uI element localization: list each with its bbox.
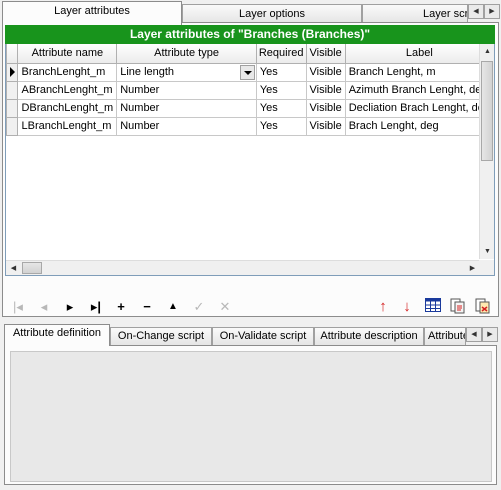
top-tabstrip: Layer attributes Layer options Layer scr… [0,0,501,25]
row-indicator [5,98,19,118]
cell-required[interactable]: Yes [255,116,307,136]
insert-record-icon[interactable]: + [111,298,131,316]
last-record-icon[interactable]: ▸| [86,298,106,316]
column-header-visible[interactable]: Visible [305,44,346,64]
table-grid-icon[interactable] [423,298,443,316]
horizontal-scroll-thumb[interactable] [22,262,42,274]
cell-attribute-type[interactable]: Number [116,98,257,118]
vertical-scrollbar[interactable]: ▲ ▼ [479,44,494,259]
cell-required[interactable]: Yes [255,80,307,100]
cell-visible[interactable]: Visible [305,116,346,136]
grid-title-banner: Layer attributes of "Branches (Branches)… [5,25,495,44]
column-header-attribute-name[interactable]: Attribute name [17,44,118,64]
current-row-indicator-icon [5,62,19,82]
cell-attribute-type[interactable]: Number [116,116,257,136]
bottom-tabs-scroll-left-icon[interactable]: ◀ [466,327,482,342]
tabs-scroll-right-icon[interactable]: ▶ [484,4,500,19]
tab-attribute-definition[interactable]: Attribute definition [4,324,110,346]
row-indicator [5,80,19,100]
cell-attribute-type-dropdown[interactable]: Line length [116,62,257,82]
cell-attribute-name[interactable]: ABranchLenght_m [17,80,118,100]
cell-label[interactable]: Azimuth Branch Lenght, deg [344,80,495,100]
prior-record-icon[interactable]: ◂ [34,298,54,316]
cell-attribute-name[interactable]: LBranchLenght_m [17,116,118,136]
cancel-edit-icon[interactable]: ✕ [215,298,235,316]
scroll-left-icon[interactable]: ◀ [6,261,21,276]
tab-layer-options[interactable]: Layer options [182,4,362,24]
export-attributes-icon[interactable] [473,298,493,316]
post-edit-icon[interactable]: ✓ [189,298,209,316]
cell-label[interactable]: Brach Lenght, deg [344,116,495,136]
column-header-label[interactable]: Label [344,44,495,64]
attribute-type-value: Line length [120,66,175,78]
scrollbar-corner [479,260,494,275]
scroll-right-icon[interactable]: ▶ [465,261,480,276]
edit-record-icon[interactable]: ▲ [163,298,183,316]
row-indicator [5,116,19,136]
cell-attribute-name[interactable]: DBranchLenght_m [17,98,118,118]
table-row[interactable]: LBranchLenght_m Number Yes Visible Brach… [5,116,495,136]
attributes-grid[interactable]: Attribute name Attribute type Required V… [5,44,495,276]
cell-label[interactable]: Decliation Brach Lenght, deg [344,98,495,118]
move-up-icon[interactable]: ↑ [373,298,393,316]
row-indicator-header [5,44,19,64]
cell-visible[interactable]: Visible [305,80,346,100]
table-row[interactable]: BranchLenght_m Line length Yes Visible B… [5,62,495,82]
table-row[interactable]: DBranchLenght_m Number Yes Visible Decli… [5,98,495,118]
scroll-up-icon[interactable]: ▲ [480,44,495,59]
attribute-definition-area [10,351,492,482]
cell-attribute-type[interactable]: Number [116,80,257,100]
tab-layer-scripts[interactable]: Layer scripts [362,4,468,24]
column-header-required[interactable]: Required [255,44,307,64]
chevron-down-icon[interactable] [239,64,255,80]
table-row[interactable]: ABranchLenght_m Number Yes Visible Azimu… [5,80,495,100]
tabs-scroll-left-icon[interactable]: ◀ [468,4,484,19]
tab-layer-attributes[interactable]: Layer attributes [2,1,182,25]
horizontal-scrollbar[interactable]: ◀ ▶ [6,260,480,275]
import-attributes-icon[interactable] [448,298,468,316]
cell-label[interactable]: Branch Lenght, m [344,62,495,82]
first-record-icon[interactable]: |◂ [8,298,28,316]
vertical-scroll-thumb[interactable] [481,61,493,161]
tab-on-change-script[interactable]: On-Change script [110,327,212,346]
navigator-toolbar: |◂ ◂ ▸ ▸| + − ▲ ✓ ✕ ↑ ↓ [5,296,495,318]
cell-required[interactable]: Yes [255,98,307,118]
cell-visible[interactable]: Visible [305,62,346,82]
cell-visible[interactable]: Visible [305,98,346,118]
bottom-tabs-scroll-right-icon[interactable]: ▶ [482,327,498,342]
cell-attribute-name[interactable]: BranchLenght_m [17,62,118,82]
attribute-detail-tabstrip: Attribute definition On-Change script On… [4,324,498,346]
tab-on-validate-script[interactable]: On-Validate script [212,327,314,346]
delete-record-icon[interactable]: − [137,298,157,316]
cell-required[interactable]: Yes [255,62,307,82]
move-down-icon[interactable]: ↓ [397,298,417,316]
attribute-definition-panel [4,345,497,485]
tab-attribute-more[interactable]: Attribute [424,327,466,346]
tab-attribute-description[interactable]: Attribute description [314,327,424,346]
next-record-icon[interactable]: ▸ [60,298,80,316]
column-header-attribute-type[interactable]: Attribute type [116,44,257,64]
scroll-down-icon[interactable]: ▼ [480,244,495,259]
